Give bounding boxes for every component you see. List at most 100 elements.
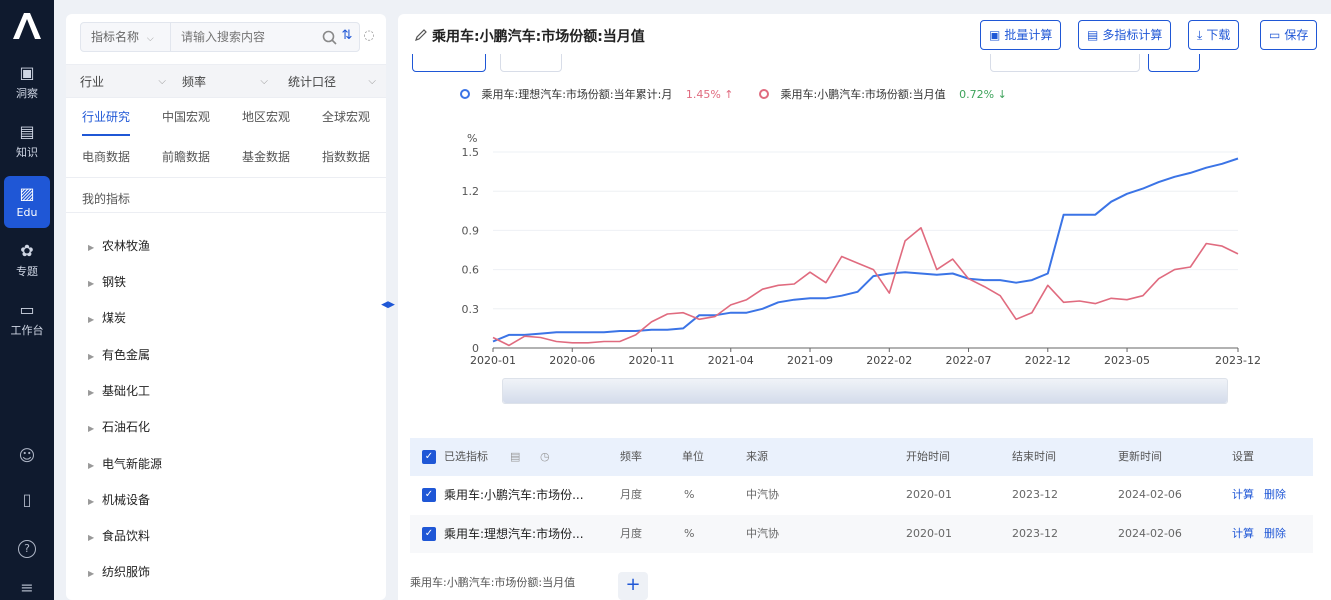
legend-item-series-2[interactable]: 乘用车:小鹏汽车:市场份额:当月值 0.72% ↓ — [759, 88, 1007, 101]
menu-icon[interactable]: ≡ — [0, 578, 54, 597]
tab-region-macro[interactable]: 地区宏观 — [242, 106, 290, 136]
select-all-checkbox[interactable]: ✓ — [422, 450, 436, 464]
tree-item[interactable]: ▶ 石油石化 — [88, 417, 150, 437]
column-header: 来源 — [746, 450, 768, 463]
chevron-down-icon: ⌵ — [368, 76, 376, 87]
save-button[interactable]: ▭ 保存 — [1260, 20, 1318, 50]
rail-item-workbench[interactable]: ▭ 工作台 — [0, 293, 54, 345]
chart-option-button[interactable] — [500, 54, 562, 72]
tree-item[interactable]: ▶ 钢铁 — [88, 272, 126, 292]
chat-icon[interactable]: ☺ — [0, 446, 54, 465]
divider — [66, 177, 386, 178]
calc-link[interactable]: 计算 — [1232, 476, 1254, 514]
tab-global-macro[interactable]: 全球宏观 — [322, 106, 370, 136]
tree-item[interactable]: ▶ 煤炭 — [88, 308, 126, 328]
filter-label: 频率 — [182, 75, 207, 89]
filter-industry[interactable]: 行业 ⌵ — [80, 65, 166, 99]
rail-label: 知识 — [16, 145, 38, 159]
line-chart[interactable]: %00.30.60.91.21.52020-01 2020-06 2020-11 20… — [448, 118, 1308, 368]
indicator-name[interactable]: 乘用车:小鹏汽车:市场份... — [444, 476, 584, 514]
rail-item-insight[interactable]: ▣ 洞察 — [0, 56, 54, 108]
table-header: ✓ 已选指标 ▤ ◷ 频率 单位 来源 开始时间 结束时间 更新时间 设置 — [410, 438, 1313, 476]
x-tick-label: 2020-01 — [470, 354, 516, 367]
search-field-select[interactable]: 指标名称 ⌵ — [81, 23, 171, 51]
tree-item[interactable]: ▶ 食品饮料 — [88, 526, 150, 546]
range-option-button[interactable] — [1148, 54, 1200, 72]
chart-type-button[interactable] — [412, 54, 486, 72]
tab-industry-research[interactable]: 行业研究 — [82, 106, 131, 136]
y-axis-unit-label: % — [467, 132, 477, 145]
x-tick-label: 2021-09 — [787, 354, 833, 367]
rail-label: Edu — [16, 206, 38, 219]
rail-item-knowledge[interactable]: ▤ 知识 — [0, 115, 54, 167]
filter-label: 统计口径 — [288, 75, 337, 89]
tree-item-label: 石油石化 — [102, 420, 151, 434]
caret-right-icon: ▶ — [88, 569, 95, 578]
y-tick-label: 0.6 — [462, 264, 480, 277]
calc-link[interactable]: 计算 — [1232, 515, 1254, 553]
edit-icon[interactable] — [414, 28, 428, 42]
button-label: 批量计算 — [1004, 28, 1053, 42]
tab-china-macro[interactable]: 中国宏观 — [162, 106, 210, 136]
column-header: 设置 — [1232, 450, 1254, 463]
indicator-name[interactable]: 乘用车:理想汽车:市场份... — [444, 515, 584, 553]
collapse-handle-icon[interactable]: ◀▶ — [379, 300, 397, 312]
row-checkbox[interactable]: ✓ — [422, 488, 436, 502]
tree-item[interactable]: ▶ 基础化工 — [88, 381, 150, 401]
delete-link[interactable]: 删除 — [1264, 515, 1286, 553]
tab-index-data[interactable]: 指数数据 — [322, 146, 370, 176]
x-tick-label: 2023-05 — [1104, 354, 1150, 367]
tree-item[interactable]: ▶ 纺织服饰 — [88, 562, 150, 582]
my-indicators-link[interactable]: 我的指标 — [82, 190, 130, 207]
chart-workspace: 乘用车:小鹏汽车:市场份额:当月值 ▣ 批量计算 ▤ 多指标计算 ⤓ 下载 ▭ 保存 乘… — [398, 14, 1331, 600]
tree-item[interactable]: ▶ 电气新能源 — [88, 454, 162, 474]
search-icon[interactable] — [321, 29, 339, 47]
x-tick-label: 2020-11 — [629, 354, 675, 367]
tree-item-label: 煤炭 — [102, 311, 127, 325]
filter-stat-caliber[interactable]: 统计口径 ⌵ — [288, 65, 376, 99]
x-tick-label: 2022-02 — [866, 354, 912, 367]
list-view-icon[interactable]: ▤ — [510, 438, 520, 476]
tree-item[interactable]: ▶ 机械设备 — [88, 490, 150, 510]
add-sheet-button[interactable]: + — [618, 572, 648, 600]
category-tabs-row2: 电商数据 前瞻数据 基金数据 指数数据 — [66, 146, 386, 176]
download-button[interactable]: ⤓ 下载 — [1188, 20, 1240, 50]
tree-item[interactable]: ▶ 农林牧渔 — [88, 236, 150, 256]
rail-label: 工作台 — [10, 323, 44, 337]
caret-right-icon: ▶ — [88, 461, 95, 470]
help-icon[interactable]: ? — [18, 540, 36, 558]
sheet-tab[interactable]: 乘用车:小鹏汽车:市场份额:当月值 — [410, 574, 575, 590]
x-tick-label: 2020-06 — [549, 354, 595, 367]
history-icon[interactable]: ◷ — [540, 438, 550, 476]
range-selector[interactable] — [990, 54, 1140, 72]
rail-item-edu[interactable]: ▨ Edu — [4, 176, 50, 228]
cell-source: 中汽协 — [746, 488, 779, 501]
search-input[interactable] — [181, 23, 321, 51]
x-tick-label: 2023-12 — [1215, 354, 1261, 367]
refresh-icon[interactable]: ◌ — [360, 28, 378, 46]
phone-icon[interactable]: ▯ — [0, 490, 54, 509]
range-slider[interactable] — [502, 378, 1228, 404]
tab-fund-data[interactable]: 基金数据 — [242, 146, 290, 176]
batch-calc-button[interactable]: ▣ 批量计算 — [980, 20, 1062, 50]
legend-item-series-1[interactable]: 乘用车:理想汽车:市场份额:当年累计:月 1.45% ↑ — [460, 88, 737, 101]
filter-frequency[interactable]: 频率 ⌵ — [182, 65, 268, 99]
cell-frequency: 月度 — [620, 527, 642, 540]
row-checkbox[interactable]: ✓ — [422, 527, 436, 541]
chevron-down-icon: ⌵ — [260, 76, 268, 87]
rail-item-topic[interactable]: ✿ 专题 — [0, 234, 54, 286]
filter-row: 行业 ⌵ 频率 ⌵ 统计口径 ⌵ — [66, 64, 386, 98]
column-header: 已选指标 — [444, 450, 488, 463]
filter-tool-icon[interactable]: ⇅ — [338, 28, 356, 46]
y-tick-label: 0.9 — [462, 224, 480, 237]
tree-item[interactable]: ▶ 有色金属 — [88, 345, 150, 365]
briefcase-icon: ▣ — [19, 62, 35, 82]
tab-forward-data[interactable]: 前瞻数据 — [162, 146, 210, 176]
y-tick-label: 1.2 — [462, 185, 480, 198]
divider — [66, 212, 386, 213]
multi-calc-button[interactable]: ▤ 多指标计算 — [1078, 20, 1172, 50]
tab-ecommerce-data[interactable]: 电商数据 — [82, 146, 130, 176]
tree-item-label: 基础化工 — [102, 384, 151, 398]
app-logo[interactable] — [0, 6, 54, 46]
delete-link[interactable]: 删除 — [1264, 476, 1286, 514]
